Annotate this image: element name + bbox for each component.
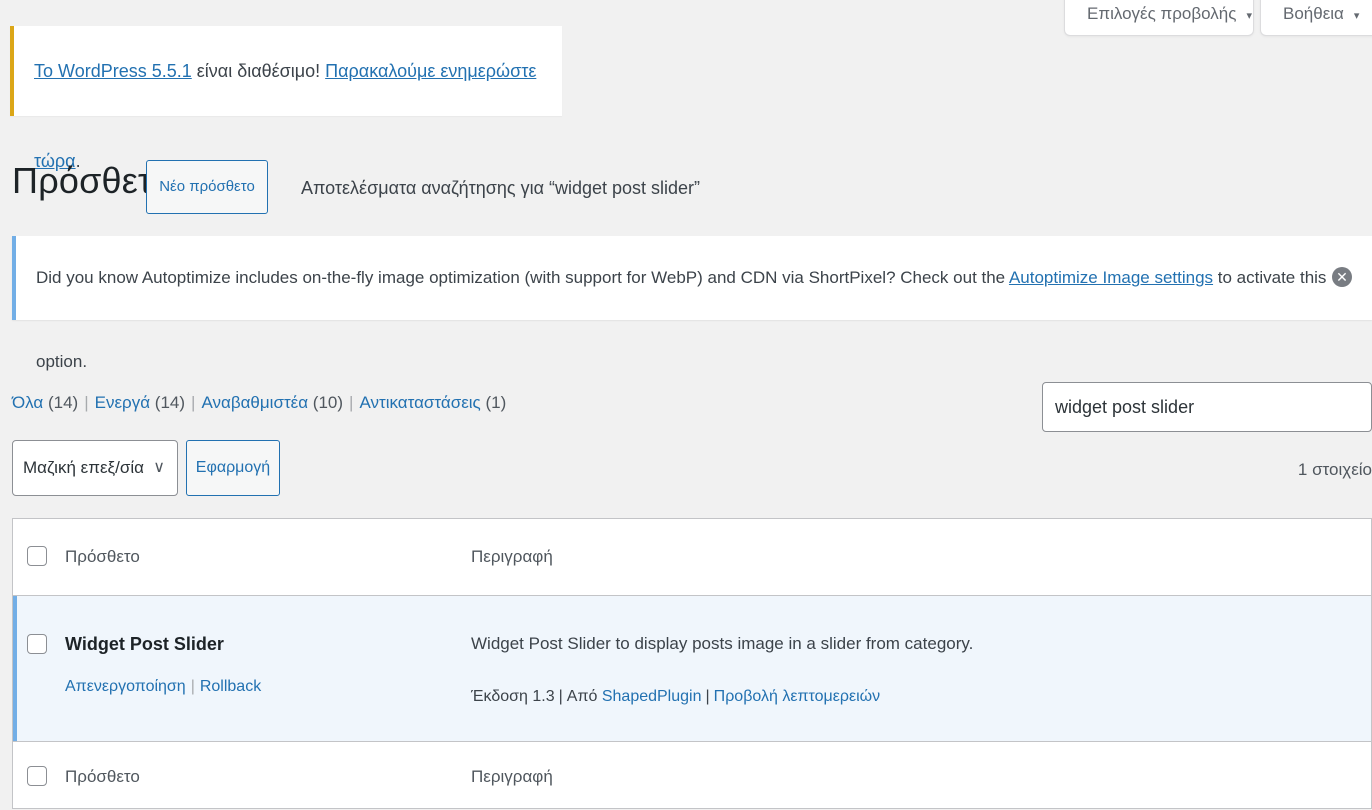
separator: |: [190, 678, 195, 695]
update-nag-notice: Το WordPress 5.5.1 είναι διαθέσιμο! Παρα…: [10, 26, 562, 171]
plugin-author-link[interactable]: ShapedPlugin: [602, 688, 702, 705]
table-header-row: Πρόσθετο Περιγραφή: [13, 519, 1371, 596]
wordpress-version-link[interactable]: Το WordPress 5.5.1: [34, 61, 192, 81]
caret-down-icon: ▾: [1353, 10, 1360, 22]
column-header-description: Περιγραφή: [471, 547, 553, 566]
filter-upgradable[interactable]: Αναβαθμιστέα (10): [201, 393, 343, 412]
rollback-link[interactable]: Rollback: [200, 678, 261, 695]
dismiss-icon[interactable]: ✕: [1332, 267, 1352, 287]
column-footer-description: Περιγραφή: [471, 767, 553, 786]
column-footer-plugin[interactable]: Πρόσθετο: [65, 767, 140, 787]
screen-options-button[interactable]: Επιλογές προβολής ▾: [1064, 0, 1254, 36]
screen-options-label: Επιλογές προβολής: [1087, 4, 1237, 23]
select-all-checkbox[interactable]: [27, 546, 47, 566]
plugin-checkbox[interactable]: [27, 634, 47, 654]
caret-down-icon: ▾: [1246, 10, 1252, 22]
notice-text: Did you know Autoptimize includes on-the…: [36, 268, 1009, 287]
help-label: Βοήθεια: [1283, 4, 1344, 23]
add-new-plugin-button[interactable]: Νέο πρόσθετο: [146, 160, 268, 214]
separator: |: [558, 688, 563, 705]
filter-all[interactable]: Όλα (14): [12, 393, 78, 412]
plugin-search-input[interactable]: [1042, 382, 1372, 432]
column-header-plugin[interactable]: Πρόσθετο: [65, 547, 140, 567]
plugin-name: Widget Post Slider: [65, 634, 224, 654]
apply-button[interactable]: Εφαρμογή: [186, 440, 280, 496]
bulk-action-select[interactable]: Μαζική επεξ/σία ∨: [12, 440, 178, 496]
plugin-by-label: Από: [566, 688, 598, 705]
plugin-version: Έκδοση 1.3: [471, 688, 555, 705]
plugin-description: Widget Post Slider to display posts imag…: [471, 634, 974, 653]
items-count: 1 στοιχείο: [1297, 460, 1372, 479]
separator: |: [84, 393, 89, 412]
autoptimize-settings-link[interactable]: Autoptimize Image settings: [1009, 268, 1213, 287]
filter-active[interactable]: Ενεργά (14): [95, 393, 185, 412]
filter-replacements[interactable]: Αντικαταστάσεις (1): [359, 393, 506, 412]
update-nag-text: είναι διαθέσιμο!: [191, 61, 326, 81]
plugin-meta: Έκδοση 1.3 | Από ShapedPlugin | Προβολή λεπτ…: [471, 688, 880, 706]
separator: |: [191, 393, 196, 412]
chevron-down-icon: ∨: [153, 459, 165, 476]
table-footer-row: Πρόσθετο Περιγραφή: [13, 741, 1371, 810]
search-results-title: Αποτελέσματα αναζήτησης για “widget post…: [301, 178, 701, 198]
row-actions: Απενεργοποίηση | Rollback: [65, 678, 261, 696]
separator: |: [705, 688, 710, 705]
plugin-status-filters: Όλα (14) | Ενεργά (14) | Αναβαθμιστέα (10) | Α…: [12, 393, 506, 413]
view-details-link[interactable]: Προβολή λεπτομερειών: [714, 688, 881, 705]
table-row: Widget Post Slider Απενεργοποίηση | Rollba…: [13, 596, 1371, 741]
help-button[interactable]: Βοήθεια ▾: [1260, 0, 1372, 36]
deactivate-link[interactable]: Απενεργοποίηση: [65, 678, 186, 695]
separator: |: [349, 393, 354, 412]
bulk-action-selected: Μαζική επεξ/σία: [23, 458, 144, 477]
autoptimize-notice: Did you know Autoptimize includes on-the…: [12, 236, 1372, 371]
plugins-table: Πρόσθετο Περιγραφή Widget Post Slider Απ…: [12, 518, 1372, 809]
select-all-checkbox-footer[interactable]: [27, 766, 47, 786]
